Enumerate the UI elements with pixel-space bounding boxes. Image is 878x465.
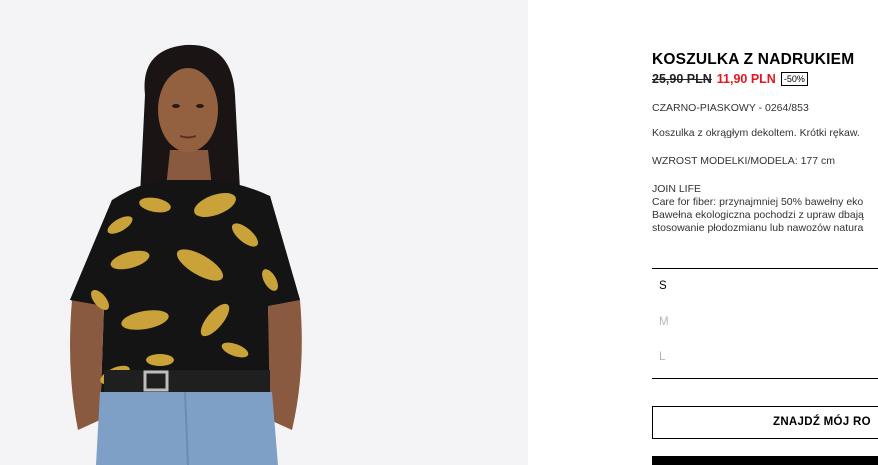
product-title: KOSZULKA Z NADRUKIEM — [652, 51, 855, 68]
product-description: Koszulka z okrągłym dekoltem. Krótki ręk… — [652, 127, 860, 139]
size-option-m[interactable]: M — [659, 316, 669, 328]
product-info-panel: KOSZULKA Z NADRUKIEM 25,90 PLN 11,90 PLN -… — [652, 0, 878, 465]
discount-badge: -50% — [780, 72, 808, 86]
join-life-title: JOIN LIFE — [652, 183, 702, 195]
join-life-line: Bawełna ekologiczna pochodzi z upraw dba… — [652, 209, 864, 221]
model-height: WZROST MODELKI/MODELA: 177 cm — [652, 155, 836, 167]
price-row: 25,90 PLN 11,90 PLN -50% — [652, 72, 808, 87]
join-life-line: stosowanie płodozmianu lub nawozów natur… — [652, 222, 864, 234]
join-life-line: Care for fiber: przynajmniej 50% bawełny… — [652, 196, 864, 208]
product-page: KOSZULKA Z NADRUKIEM 25,90 PLN 11,90 PLN -… — [0, 0, 878, 465]
old-price: 25,90 PLN — [652, 72, 712, 86]
size-option-s[interactable]: S — [659, 280, 667, 292]
add-to-cart-button[interactable] — [652, 456, 878, 465]
sale-price: 11,90 PLN — [716, 72, 776, 86]
product-photo[interactable] — [0, 0, 528, 465]
color-reference: CZARNO-PIASKOWY - 0264/853 — [652, 102, 809, 114]
size-option-l[interactable]: L — [659, 351, 665, 363]
size-selector: S M L — [652, 268, 878, 379]
find-my-size-button[interactable]: ZNAJDŹ MÓJ RO — [652, 406, 878, 439]
model-photo-illustration — [0, 0, 528, 465]
